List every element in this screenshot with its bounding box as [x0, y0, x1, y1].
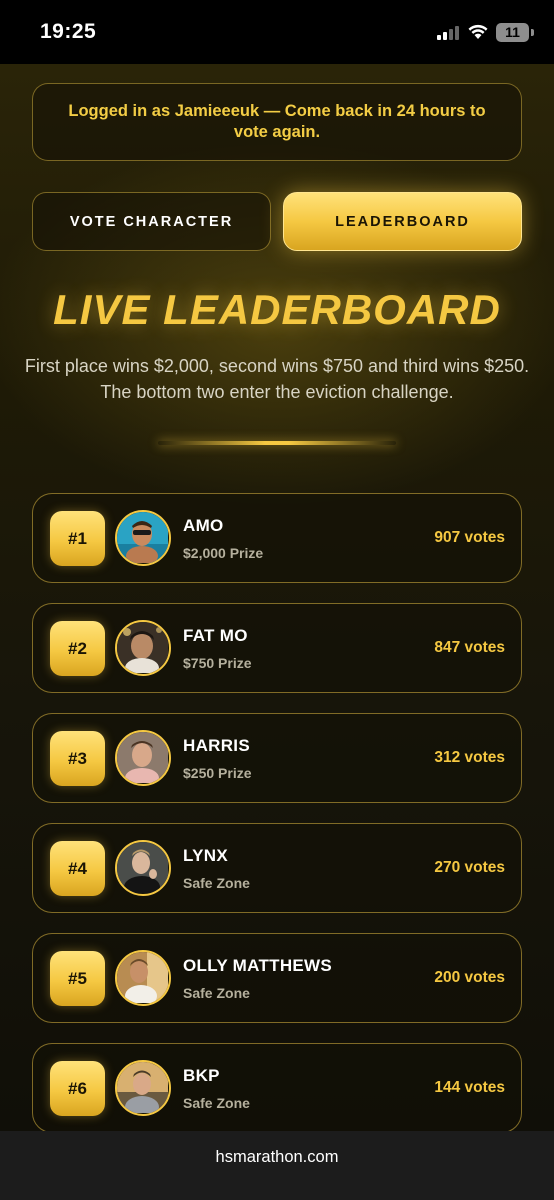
- leaderboard-row[interactable]: #5 OLLY MATTHEWS Safe Zone 200 votes: [32, 933, 522, 1023]
- wifi-icon: [468, 24, 488, 39]
- browser-url-bar[interactable]: hsmarathon.com: [0, 1131, 554, 1200]
- leaderboard-row[interactable]: #6 BKP Safe Zone 144 votes: [32, 1043, 522, 1131]
- rank-badge: #4: [50, 841, 105, 896]
- tab-vote-character-label: VOTE CHARACTER: [69, 213, 234, 230]
- page-title: LIVE LEADERBOARD: [53, 286, 501, 333]
- contestant-name: OLLY MATTHEWS: [183, 956, 333, 975]
- battery-level: 11: [505, 24, 520, 40]
- contestant-prize: Safe Zone: [183, 985, 250, 1001]
- glow-divider: [158, 441, 396, 445]
- vote-count: 907 votes: [434, 529, 505, 546]
- avatar: [115, 1060, 171, 1116]
- contestant-prize: Safe Zone: [183, 875, 250, 891]
- rank-badge: #3: [50, 731, 105, 786]
- login-status-banner: Logged in as Jamieeeuk — Come back in 24…: [32, 83, 522, 161]
- contestant-name: HARRIS: [183, 736, 250, 755]
- contestant-name: AMO: [183, 516, 224, 535]
- avatar: [115, 730, 171, 786]
- contestant-name: BKP: [183, 1066, 220, 1085]
- battery-cap: [531, 29, 534, 36]
- cellular-signal-icon: [437, 26, 459, 40]
- avatar: [115, 950, 171, 1006]
- url-text: hsmarathon.com: [215, 1148, 339, 1166]
- leaderboard-row[interactable]: #1 AMO $2,000 Prize 907 votes: [32, 493, 522, 583]
- contestant-name: FAT MO: [183, 626, 248, 645]
- vote-count: 847 votes: [434, 639, 505, 656]
- avatar: [115, 620, 171, 676]
- avatar: [115, 510, 171, 566]
- leaderboard-row[interactable]: #3 HARRIS $250 Prize 312 votes: [32, 713, 522, 803]
- status-bar: 19:25 11: [0, 0, 554, 64]
- leaderboard-row[interactable]: #4 LYNX Safe Zone 270 votes: [32, 823, 522, 913]
- avatar: [115, 840, 171, 896]
- tab-vote-character[interactable]: VOTE CHARACTER: [32, 192, 271, 251]
- tab-leaderboard-label: LEADERBOARD: [335, 213, 470, 230]
- vote-count: 144 votes: [434, 1079, 505, 1096]
- battery-icon: 11: [496, 23, 529, 42]
- login-status-text: Logged in as Jamieeeuk — Come back in 24…: [68, 102, 486, 141]
- vote-count: 200 votes: [434, 969, 505, 986]
- vote-count: 270 votes: [434, 859, 505, 876]
- vote-count: 312 votes: [434, 749, 505, 766]
- rank-badge: #2: [50, 621, 105, 676]
- status-time: 19:25: [40, 20, 97, 43]
- contestant-prize: $2,000 Prize: [183, 545, 264, 561]
- leaderboard-row[interactable]: #2 FAT MO $750 Prize 847 votes: [32, 603, 522, 693]
- rank-badge: #1: [50, 511, 105, 566]
- rank-badge: #6: [50, 1061, 105, 1116]
- contestant-prize: $750 Prize: [183, 655, 252, 671]
- contestant-name: LYNX: [183, 846, 228, 865]
- page-content[interactable]: Logged in as Jamieeeuk — Come back in 24…: [0, 64, 554, 1131]
- tab-leaderboard[interactable]: LEADERBOARD: [283, 192, 522, 251]
- rank-badge: #5: [50, 951, 105, 1006]
- page-subtitle: First place wins $2,000, second wins $75…: [24, 356, 530, 402]
- contestant-prize: Safe Zone: [183, 1095, 250, 1111]
- contestant-prize: $250 Prize: [183, 765, 252, 781]
- phone-screen: 19:25 11 Logged in as Jamieeeuk — Come b…: [0, 0, 554, 1200]
